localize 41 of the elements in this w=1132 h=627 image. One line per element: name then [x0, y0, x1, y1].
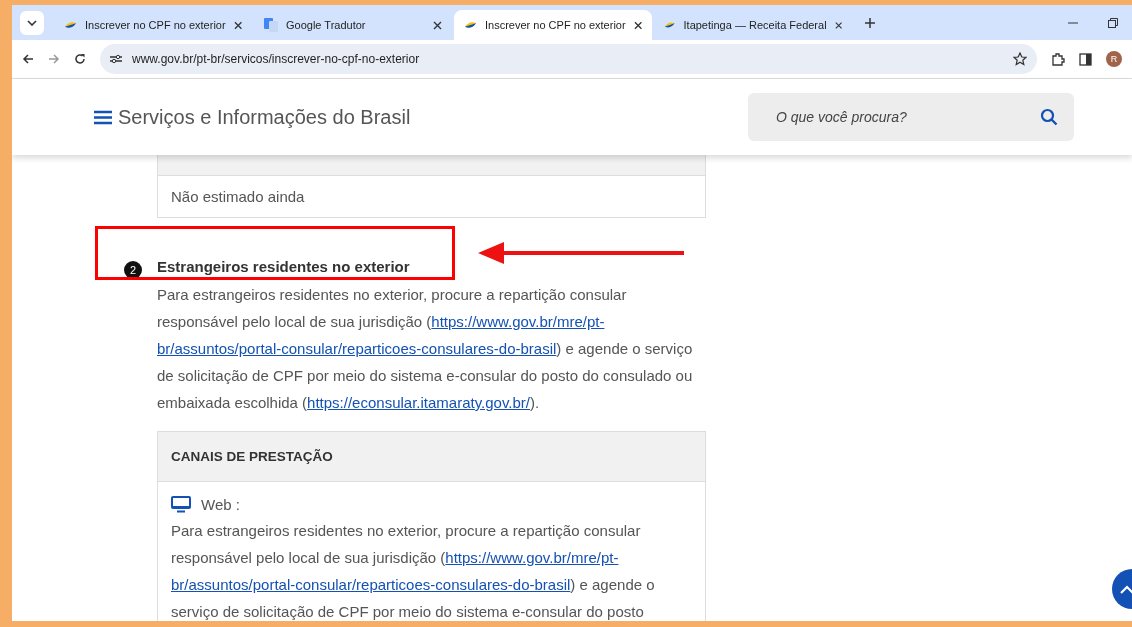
profile-avatar[interactable]: R	[1106, 51, 1122, 67]
channel-label: Web :	[201, 496, 240, 513]
link[interactable]: https://www.gov.br/mre/pt-	[431, 313, 605, 330]
browser-tab[interactable]: Google Tradutor	[254, 10, 452, 40]
table-cell-text: Não estimado ainda	[170, 187, 306, 207]
translate-icon	[264, 18, 278, 32]
search-icon[interactable]	[1040, 108, 1058, 126]
leaf-icon	[64, 20, 77, 30]
chevron-up-icon[interactable]	[1120, 584, 1132, 594]
leaf-icon	[664, 20, 676, 30]
star-icon[interactable]	[1013, 52, 1027, 66]
side-panel-icon[interactable]	[1079, 52, 1092, 66]
menu-icon[interactable]	[94, 109, 112, 125]
close-icon[interactable]	[633, 20, 642, 30]
site-settings-icon[interactable]	[110, 54, 122, 64]
restore-icon[interactable]	[1108, 17, 1118, 28]
site-title[interactable]: Serviços e Informações do Brasil	[118, 105, 411, 129]
reload-icon[interactable]	[74, 53, 86, 65]
channel-paragraph: Para estrangeiros residentes no exterior, procure a repartição consular responsável pelo local de sua jurisdição (https://www.gov.br/mre/pt- br/assuntos/portal-consular/reparticoes-consulares-do-brasil) e agende o serviço de solicitação de CPF por meio do sistema e-consular do posto	[171, 521, 656, 621]
forward-icon[interactable]	[48, 53, 60, 65]
close-icon[interactable]	[433, 20, 442, 30]
puzzle-icon[interactable]	[1051, 52, 1065, 66]
link[interactable]: https://www.gov.br/mre/pt-	[445, 549, 619, 566]
browser-tab[interactable]: Itapetinga — Receita Federal	[654, 10, 852, 40]
section-paragraph: Para estrangeiros residentes no exterior, procure a repartição consular responsável pelo local de sua jurisdição (https://www.gov.br/mre/pt- br/assuntos/portal-consular/reparticoes-consulares-do-brasil) e agende o serviço de solicitação de CPF por meio do sistema e-consular do posto do consulado ou embaixada escolhida (https://econsular.itamaraty.gov.br/).	[157, 285, 694, 413]
back-icon[interactable]	[22, 53, 34, 65]
monitor-icon	[171, 496, 191, 513]
leaf-icon	[464, 20, 477, 30]
close-icon[interactable]	[233, 20, 242, 30]
search-field[interactable]: O que você procura?	[748, 93, 1074, 141]
tab-search-button[interactable]	[20, 10, 44, 35]
browser-tab[interactable]: Inscrever no CPF no exterior	[454, 10, 652, 40]
link[interactable]: br/assuntos/portal-consular/reparticoes-consulares-do-brasil	[157, 340, 557, 357]
close-icon[interactable]	[834, 20, 842, 30]
card-title: CANAIS DE PRESTAÇÃO	[158, 432, 705, 482]
link[interactable]: https://econsular.itamaraty.gov.br/	[307, 394, 530, 411]
link[interactable]: br/assuntos/portal-consular/reparticoes-consulares-do-brasil	[171, 576, 571, 593]
address-bar[interactable]: www.gov.br/pt-br/servicos/inscrever-no-cpf-no-exterior	[100, 44, 1037, 74]
browser-tab[interactable]: Inscrever no CPF no exterior	[54, 10, 252, 40]
caret-icon[interactable]	[27, 19, 37, 26]
section-title: Estrangeiros residentes no exterior	[157, 258, 410, 275]
